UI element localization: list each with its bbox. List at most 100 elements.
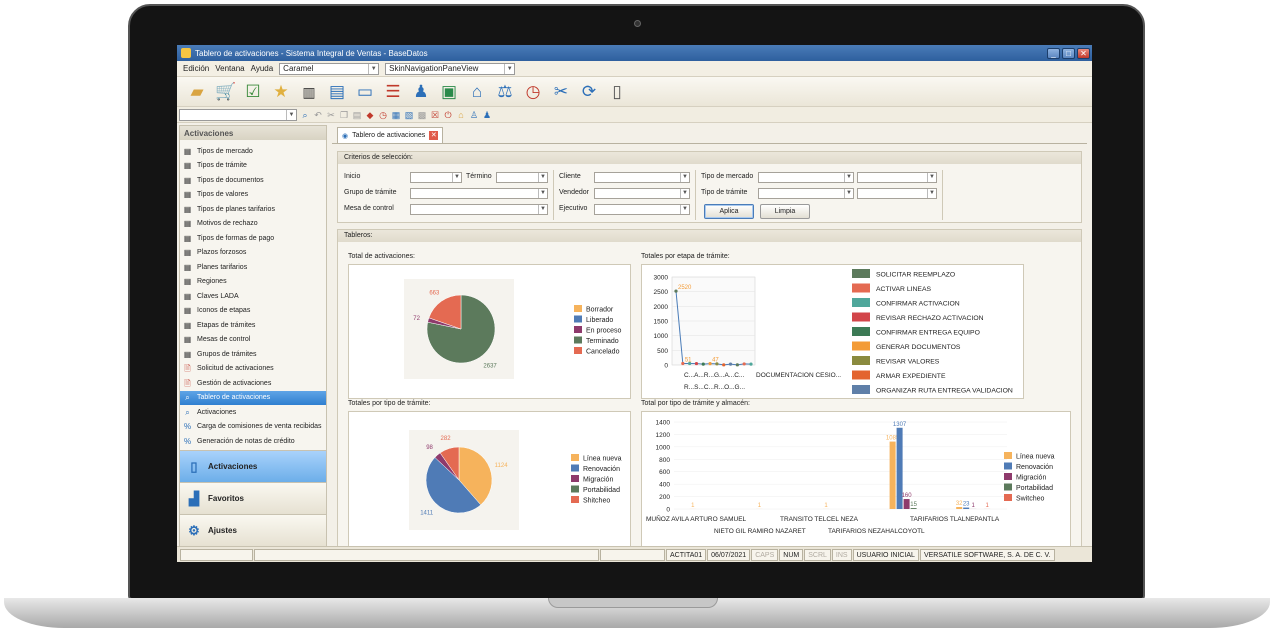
legend-label: Renovación xyxy=(583,466,620,473)
sidebar-item-plazos-forzosos[interactable]: ▦ Plazos forzosos xyxy=(180,246,326,261)
nav-group-activaciones[interactable]: ▯ Activaciones xyxy=(180,450,326,482)
history-icon[interactable]: ◷ xyxy=(378,110,388,120)
eraser-icon[interactable]: ◆ xyxy=(365,110,375,120)
delete-icon[interactable]: ☒ xyxy=(430,110,440,120)
users-icon[interactable]: ♟ xyxy=(411,82,431,102)
cart-icon[interactable]: 🛒 xyxy=(215,82,236,102)
sidebar-item-generación-de-notas-de-crédito[interactable]: % Generación de notas de crédito xyxy=(180,434,326,449)
tools-icon[interactable]: ✂ xyxy=(551,82,571,102)
legend-swatch xyxy=(852,312,870,322)
user-icon[interactable]: ♙ xyxy=(469,110,479,120)
tipo-mercado-select-2[interactable]: ▼ xyxy=(857,172,937,183)
sidebar-item-solicitud-de-activaciones[interactable]: 🗎 Solicitud de activaciones xyxy=(180,362,326,377)
chevron-down-icon: ▼ xyxy=(504,63,514,74)
barcode-icon[interactable]: ▥ xyxy=(299,82,319,102)
menu-ayuda[interactable]: Ayuda xyxy=(251,64,274,73)
navpane-select[interactable]: SkinNavigationPaneView ▼ xyxy=(385,62,516,75)
power-icon[interactable]: ⏻ xyxy=(443,110,453,120)
quick-search-select[interactable]: ▼ xyxy=(179,108,297,121)
sidebar-item-mesas-de-control[interactable]: ▦ Mesas de control xyxy=(180,333,326,348)
tipo-tramite-select[interactable]: ▼ xyxy=(758,188,854,199)
menu-edicion[interactable]: Edición xyxy=(183,64,209,73)
clock-icon[interactable]: ◷ xyxy=(523,82,543,102)
sidebar-item-planes-tarifarios[interactable]: ▦ Planes tarifarios xyxy=(180,260,326,275)
aplica-button[interactable]: Aplica xyxy=(704,204,754,219)
id-card-icon[interactable]: ▭ xyxy=(355,82,375,102)
sidebar-item-tipos-de-trámite[interactable]: ▦ Tipos de trámite xyxy=(180,159,326,174)
bar xyxy=(910,508,917,509)
sidebar-item-claves-lada[interactable]: ▦ Claves LADA xyxy=(180,289,326,304)
print-icon[interactable]: ▩ xyxy=(417,110,427,120)
sidebar-item-iconos-de-etapas[interactable]: ▦ Iconos de etapas xyxy=(180,304,326,319)
minimize-button[interactable]: _ xyxy=(1047,47,1060,59)
sidebar-item-regiones[interactable]: ▦ Regiones xyxy=(180,275,326,290)
mesa-control-select[interactable]: ▼ xyxy=(410,204,548,215)
divider xyxy=(695,170,696,220)
sidebar-item-tablero-de-activaciones[interactable]: ⌕ Tablero de activaciones xyxy=(180,390,326,405)
sidebar-item-tipos-de-mercado[interactable]: ▦ Tipos de mercado xyxy=(180,144,326,159)
paste-icon[interactable]: ▤ xyxy=(352,110,362,120)
grid-icon: ▦ xyxy=(183,175,192,185)
ejecutivo-select[interactable]: ▼ xyxy=(594,204,690,215)
close-tab-icon[interactable]: ✕ xyxy=(429,131,439,140)
sidebar-item-grupos-de-trámites[interactable]: ▦ Grupos de trámites xyxy=(180,347,326,362)
y-tick-label: 200 xyxy=(659,494,670,501)
sidebar-item-gestión-de-activaciones[interactable]: 🗎 Gestión de activaciones xyxy=(180,376,326,391)
tipo-mercado-label: Tipo de mercado xyxy=(701,173,754,180)
undo-icon[interactable]: ↶ xyxy=(313,110,323,120)
cliente-select[interactable]: ▼ xyxy=(594,172,690,183)
folder-star-icon[interactable]: ★ xyxy=(271,82,291,102)
search-icon[interactable]: ⌕ xyxy=(300,110,310,120)
document-icon[interactable]: ▤ xyxy=(327,82,347,102)
scale-icon[interactable]: ⚖ xyxy=(495,82,515,102)
sync-icon[interactable]: ⟳ xyxy=(579,82,599,102)
check-report-icon[interactable]: ☑ xyxy=(243,82,263,102)
legend-label: Switcheo xyxy=(1016,496,1045,503)
sidebar-item-carga-de-comisiones-de-venta-recibidas[interactable]: % Carga de comisiones de venta recibidas xyxy=(180,420,326,435)
sidebar-item-etapas-de-trámites[interactable]: ▦ Etapas de trámites xyxy=(180,318,326,333)
tipo-tramite-select-2[interactable]: ▼ xyxy=(857,188,937,199)
grid-icon[interactable]: ▦ xyxy=(391,110,401,120)
legend-label: GENERAR DOCUMENTOS xyxy=(876,344,961,351)
termino-date-field[interactable]: ▼ xyxy=(496,172,548,183)
sidebar-item-tipos-de-documentos[interactable]: ▦ Tipos de documentos xyxy=(180,173,326,188)
close-button[interactable]: ✕ xyxy=(1077,47,1090,59)
vendedor-select[interactable]: ▼ xyxy=(594,188,690,199)
grupo-tramite-select[interactable]: ▼ xyxy=(410,188,548,199)
bank-icon[interactable]: ⌂ xyxy=(467,82,487,102)
home-icon[interactable]: ⌂ xyxy=(456,110,466,120)
sidebar-item-activaciones[interactable]: ⌕ Activaciones xyxy=(180,405,326,420)
y-tick-label: 0 xyxy=(666,507,670,514)
nav-group-favoritos[interactable]: ▟ Favoritos xyxy=(180,482,326,514)
tab-tablero-activaciones[interactable]: ◉ Tablero de activaciones ✕ xyxy=(337,127,444,143)
users-icon[interactable]: ♟ xyxy=(482,110,492,120)
money-icon[interactable]: ▣ xyxy=(439,82,459,102)
legend-label: Migración xyxy=(1016,475,1046,482)
sidebar-item-tipos-de-formas-de-pago[interactable]: ▦ Tipos de formas de pago xyxy=(180,231,326,246)
limpia-button[interactable]: Limpia xyxy=(760,204,810,219)
legend-swatch xyxy=(571,485,579,493)
legend-label: CONFIRMAR ENTREGA EQUIPO xyxy=(876,330,980,337)
menu-ventana[interactable]: Ventana xyxy=(215,64,244,73)
legend-label: Línea nueva xyxy=(583,456,622,463)
chevron-down-icon: ▼ xyxy=(844,189,853,198)
cut-icon[interactable]: ✂ xyxy=(326,110,336,120)
sidebar-item-motivos-de-rechazo[interactable]: ▦ Motivos de rechazo xyxy=(180,217,326,232)
book-stack-icon[interactable]: ☰ xyxy=(383,82,403,102)
phone-icon[interactable]: ▯ xyxy=(607,82,627,102)
folder-open-icon[interactable]: ▰ xyxy=(187,82,207,102)
sidebar-item-tipos-de-valores[interactable]: ▦ Tipos de valores xyxy=(180,188,326,203)
sidebar-item-tipos-de-planes-tarifarios[interactable]: ▦ Tipos de planes tarifarios xyxy=(180,202,326,217)
inicio-date-field[interactable]: ▼ xyxy=(410,172,462,183)
main-area: ◉ Tablero de activaciones ✕ Criterios de… xyxy=(332,125,1090,548)
export-icon[interactable]: ▧ xyxy=(404,110,414,120)
status-spacer xyxy=(600,548,665,561)
tipo-mercado-select[interactable]: ▼ xyxy=(758,172,854,183)
skin-select[interactable]: Caramel ▼ xyxy=(279,62,380,75)
legend-swatch xyxy=(852,356,870,365)
nav-group-ajustes[interactable]: ⚙ Ajustes xyxy=(180,514,326,546)
search-icon: ⌕ xyxy=(185,407,190,417)
maximize-button[interactable]: □ xyxy=(1062,47,1075,59)
grid-icon: ▦ xyxy=(183,146,192,156)
copy-icon[interactable]: ❐ xyxy=(339,110,349,120)
